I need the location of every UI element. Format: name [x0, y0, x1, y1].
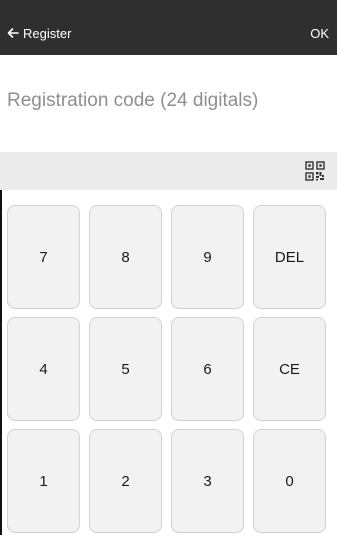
arrow-left-icon — [7, 28, 19, 38]
key-ce[interactable]: CE — [253, 317, 326, 421]
key-9[interactable]: 9 — [171, 205, 244, 309]
back-button[interactable]: Register — [7, 20, 71, 46]
key-8[interactable]: 8 — [89, 205, 162, 309]
key-1[interactable]: 1 — [7, 429, 80, 533]
key-del[interactable]: DEL — [253, 205, 326, 309]
key-3[interactable]: 3 — [171, 429, 244, 533]
qr-code-icon[interactable] — [305, 161, 325, 181]
key-2[interactable]: 2 — [89, 429, 162, 533]
key-6[interactable]: 6 — [171, 317, 244, 421]
key-7[interactable]: 7 — [7, 205, 80, 309]
title-bar: Register OK — [0, 0, 337, 55]
key-4[interactable]: 4 — [7, 317, 80, 421]
registration-code-input[interactable] — [7, 81, 333, 121]
page-title: Register — [23, 25, 72, 41]
input-panel — [0, 55, 337, 152]
numeric-keypad: 7 8 9 DEL 4 5 6 CE 1 2 3 0 — [0, 190, 337, 535]
scan-toolbar — [0, 152, 337, 190]
ok-button[interactable]: OK — [310, 20, 329, 46]
key-5[interactable]: 5 — [89, 317, 162, 421]
register-screen: Register OK 789DEL 456CE 1230 — [0, 0, 337, 535]
key-0[interactable]: 0 — [253, 429, 326, 533]
